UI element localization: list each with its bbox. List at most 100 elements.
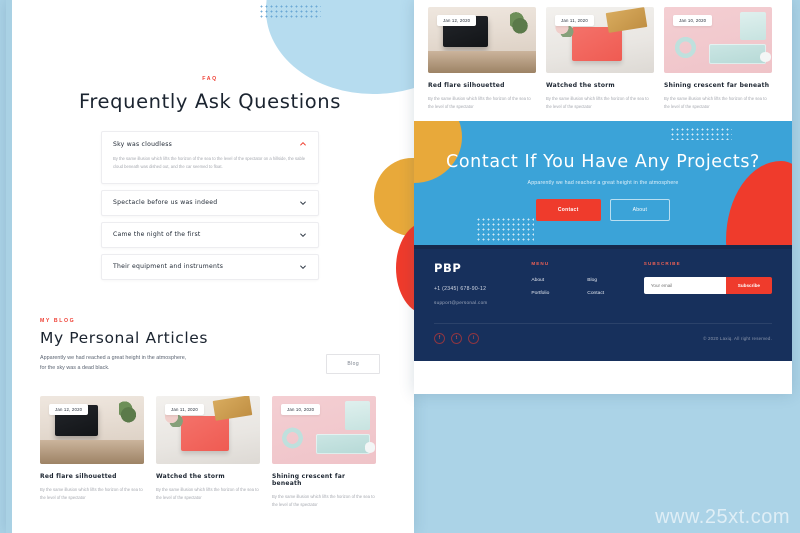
faq-item-3[interactable]: Their equipment and instruments bbox=[101, 253, 319, 280]
card-description: By the same illusion which lifts the hor… bbox=[40, 486, 143, 500]
card-title: Red flare silhouetted bbox=[428, 82, 505, 89]
footer-link-about[interactable]: About bbox=[531, 278, 549, 283]
card-thumbnail-pink-desk: Jan 10, 2020 bbox=[664, 7, 772, 73]
faq-item-0[interactable]: Sky was cloudless By the same illusion w… bbox=[101, 131, 319, 184]
footer-menu-heading: MENU bbox=[531, 260, 550, 266]
faq-item-header[interactable]: Sky was cloudless bbox=[113, 140, 307, 148]
contact-button[interactable]: Contact bbox=[535, 198, 601, 221]
subscribe-button[interactable]: Subscribe bbox=[725, 276, 772, 294]
blog-card[interactable]: Jan 12, 2020 Red flare silhouetted By th… bbox=[428, 7, 536, 111]
cta-subtitle: Apparently we had reached a great height… bbox=[527, 179, 679, 186]
blog-card[interactable]: Jan 10, 2020 Shining crescent far beneat… bbox=[664, 7, 772, 111]
faq-item-header[interactable]: Spectacle before us was indeed bbox=[113, 199, 307, 207]
faq-item-header[interactable]: Their equipment and instruments bbox=[113, 263, 307, 271]
card-title: Watched the storm bbox=[156, 472, 225, 480]
footer-brand-column: PBP +1 (2345) 678-90-12 support@personal… bbox=[434, 261, 531, 305]
decor-mouse bbox=[364, 441, 375, 453]
faq-item-2[interactable]: Came the night of the first bbox=[101, 221, 319, 248]
faq-title: Frequently Ask Questions bbox=[78, 90, 342, 113]
card-thumbnail-desk-setup: Jan 12, 2020 bbox=[40, 395, 144, 464]
footer-copyright: © 2020 Laxiq. All right reserved. bbox=[703, 335, 772, 341]
faq-question: Came the night of the first bbox=[113, 231, 201, 239]
left-mockup-panel: FAQ Frequently Ask Questions Sky was clo… bbox=[6, 0, 414, 533]
footer-menu-col-1: About Portfolio bbox=[531, 278, 549, 304]
faq-eyebrow: FAQ bbox=[202, 76, 218, 82]
site-watermark: www.25xt.com bbox=[655, 506, 790, 528]
faq-question: Spectacle before us was indeed bbox=[113, 199, 218, 207]
footer-link-blog[interactable]: Blog bbox=[587, 278, 604, 283]
decor-plant bbox=[119, 401, 138, 425]
card-description: By the same illusion which lifts the hor… bbox=[664, 96, 767, 109]
blog-card[interactable]: Jan 11, 2020 Watched the storm By the sa… bbox=[546, 7, 654, 111]
decor-mouse bbox=[760, 51, 771, 63]
right-mockup-panel: Jan 12, 2020 Red flare silhouetted By th… bbox=[414, 0, 792, 394]
blog-card[interactable]: Jan 11, 2020 Watched the storm By the sa… bbox=[156, 395, 260, 509]
footer-menu-col-2: Blog Contact bbox=[587, 278, 604, 304]
blog-subtitle: Apparently we had reached a great height… bbox=[40, 354, 187, 372]
blog-button[interactable]: Blog bbox=[326, 353, 380, 374]
chevron-up-icon[interactable] bbox=[299, 140, 307, 148]
faq-section: FAQ Frequently Ask Questions Sky was clo… bbox=[40, 0, 380, 280]
card-date-badge: Jan 12, 2020 bbox=[49, 403, 89, 415]
card-description: By the same illusion which lifts the hor… bbox=[156, 486, 259, 500]
blog-header: MY BLOG My Personal Articles Apparently … bbox=[40, 318, 380, 374]
decor-keyboard bbox=[315, 433, 370, 455]
card-title: Shining crescent far beneath bbox=[664, 82, 770, 89]
decor-headphones bbox=[276, 422, 310, 453]
decor-notepad bbox=[739, 12, 766, 40]
footer-logo[interactable]: PBP bbox=[434, 261, 531, 275]
faq-item-1[interactable]: Spectacle before us was indeed bbox=[101, 189, 319, 216]
faq-accordion: Sky was cloudless By the same illusion w… bbox=[101, 131, 319, 280]
screenshot-stage: FAQ Frequently Ask Questions Sky was clo… bbox=[0, 0, 800, 533]
card-description: By the same illusion which lifts the hor… bbox=[272, 493, 375, 507]
faq-question: Sky was cloudless bbox=[113, 140, 173, 148]
faq-question: Their equipment and instruments bbox=[113, 263, 224, 271]
chevron-down-icon[interactable] bbox=[299, 263, 307, 271]
blog-section: MY BLOG My Personal Articles Apparently … bbox=[40, 318, 380, 509]
footer-menu-column: MENU About Portfolio Blog Contact bbox=[531, 261, 643, 305]
card-title: Shining crescent far beneath bbox=[272, 472, 346, 487]
footer-link-contact[interactable]: Contact bbox=[587, 291, 604, 296]
footer-social-links: f t i bbox=[434, 332, 479, 344]
card-date-badge: Jan 11, 2020 bbox=[555, 15, 594, 26]
instagram-icon[interactable]: i bbox=[468, 332, 479, 344]
chevron-down-icon[interactable] bbox=[299, 199, 307, 207]
footer-email[interactable]: support@personal.com bbox=[434, 300, 531, 305]
twitter-icon[interactable]: t bbox=[451, 332, 462, 344]
cta-section: Contact If You Have Any Projects? Appare… bbox=[414, 120, 792, 245]
card-date-badge: Jan 11, 2020 bbox=[165, 403, 204, 415]
site-footer: PBP +1 (2345) 678-90-12 support@personal… bbox=[414, 244, 792, 361]
footer-link-portfolio[interactable]: Portfolio bbox=[531, 291, 549, 296]
cta-button-group: Contact About bbox=[414, 198, 792, 221]
decor-notepad bbox=[344, 401, 370, 430]
card-title: Watched the storm bbox=[546, 82, 615, 89]
footer-subscribe-column: SUBSCRIBE Subscribe bbox=[643, 260, 772, 305]
card-description: By the same illusion which lifts the hor… bbox=[546, 96, 649, 109]
about-button[interactable]: About bbox=[609, 198, 671, 221]
subscribe-email-input[interactable] bbox=[643, 276, 726, 294]
card-date-badge: Jan 10, 2020 bbox=[673, 15, 713, 26]
card-thumbnail-notebook: Jan 11, 2020 bbox=[546, 7, 654, 73]
footer-phone[interactable]: +1 (2345) 678-90-12 bbox=[434, 286, 531, 292]
blog-eyebrow: MY BLOG bbox=[40, 317, 76, 324]
footer-divider bbox=[434, 322, 772, 324]
card-description: By the same illusion which lifts the hor… bbox=[428, 96, 531, 109]
decor-keyboard bbox=[709, 43, 766, 64]
blog-card[interactable]: Jan 10, 2020 Shining crescent far beneat… bbox=[272, 395, 376, 509]
decor-mug bbox=[437, 51, 450, 63]
facebook-icon[interactable]: f bbox=[434, 332, 445, 344]
chevron-down-icon[interactable] bbox=[299, 231, 307, 239]
blog-card[interactable]: Jan 12, 2020 Red flare silhouetted By th… bbox=[40, 395, 144, 509]
faq-answer: By the same illusion which lifts the hor… bbox=[113, 156, 306, 169]
decor-mug bbox=[49, 441, 61, 453]
decor-plant bbox=[510, 12, 530, 35]
blog-card-grid: Jan 12, 2020 Red flare silhouetted By th… bbox=[40, 395, 380, 509]
decor-headphones bbox=[668, 33, 703, 63]
blog-title: My Personal Articles bbox=[40, 328, 209, 347]
card-thumbnail-desk-setup: Jan 12, 2020 bbox=[428, 7, 536, 73]
card-title: Red flare silhouetted bbox=[40, 472, 117, 480]
footer-subscribe-heading: SUBSCRIBE bbox=[643, 260, 681, 266]
right-blog-card-grid: Jan 12, 2020 Red flare silhouetted By th… bbox=[414, 0, 792, 111]
card-date-badge: Jan 10, 2020 bbox=[281, 403, 321, 415]
faq-item-header[interactable]: Came the night of the first bbox=[113, 231, 307, 239]
